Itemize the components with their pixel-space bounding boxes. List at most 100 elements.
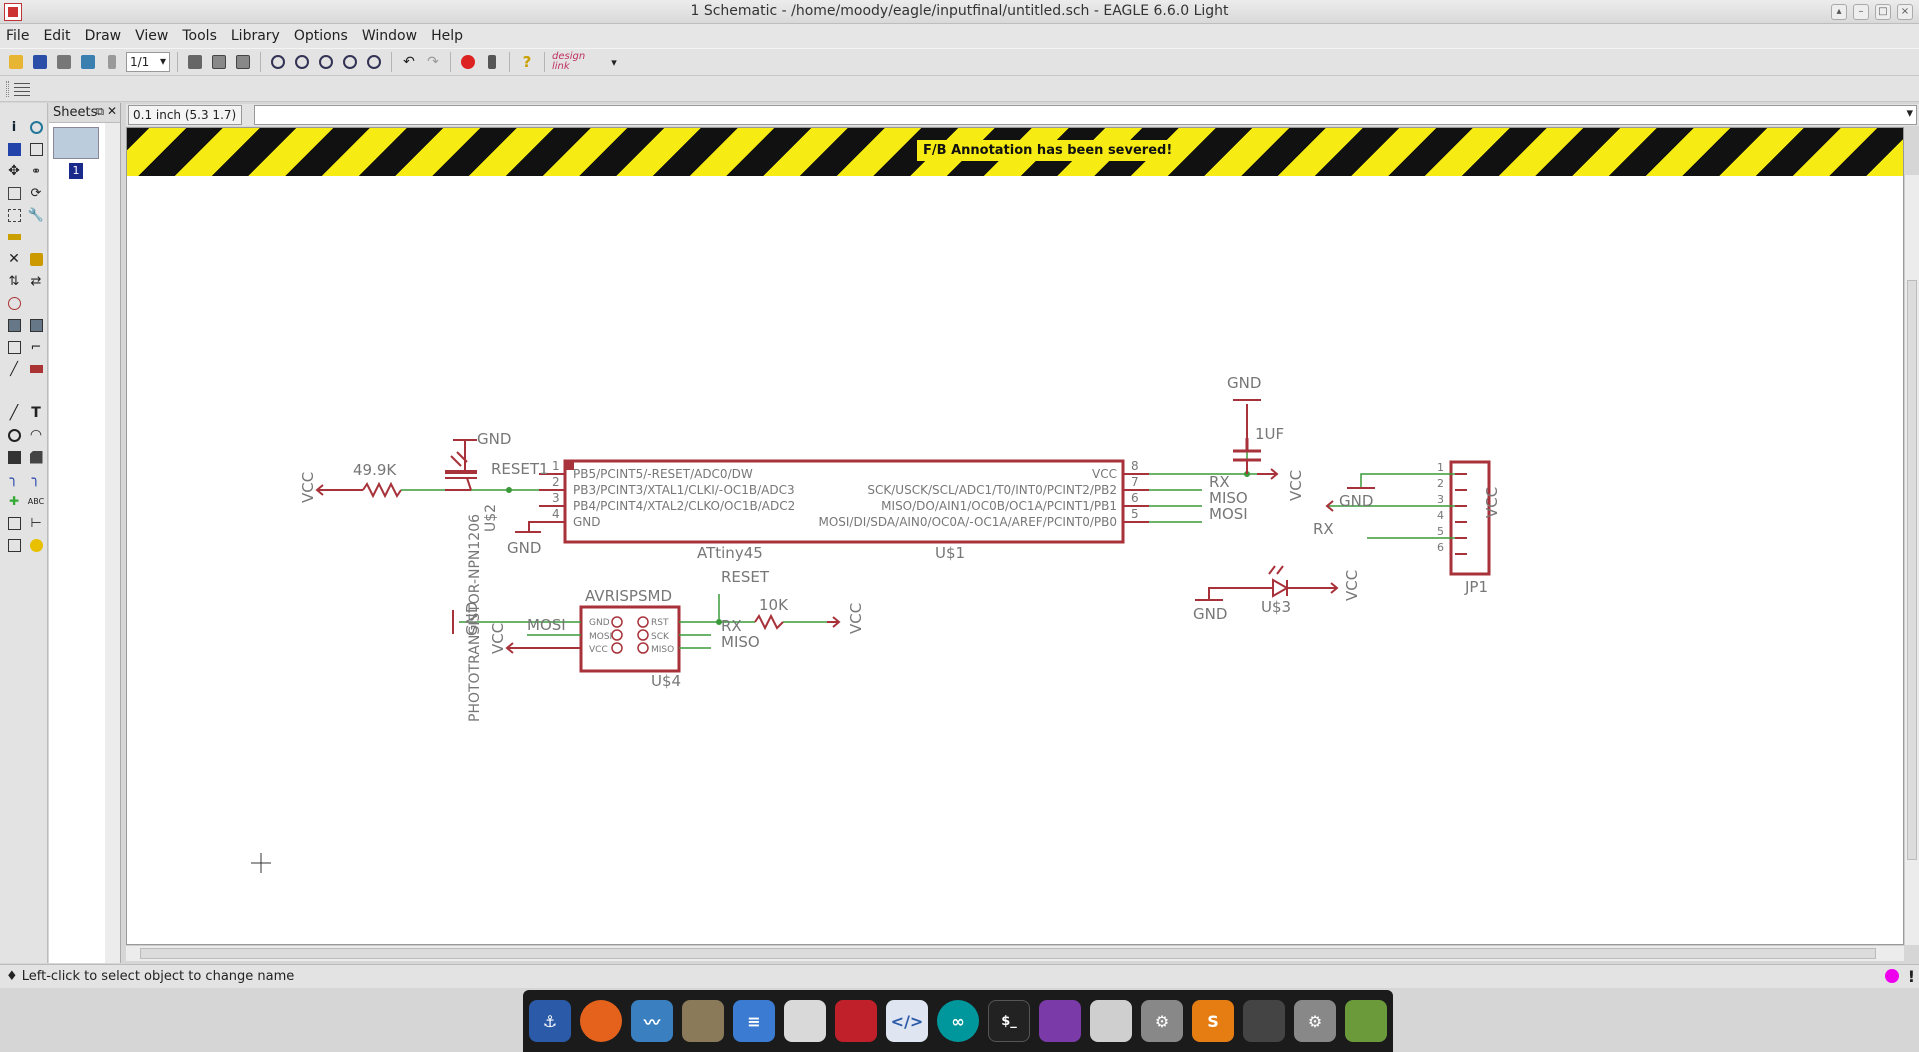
sheet-select[interactable]: 1/1 (126, 52, 170, 72)
camera-icon[interactable] (1090, 1000, 1132, 1042)
close-button[interactable]: × (1897, 4, 1913, 20)
canvas-horizontal-scrollbar[interactable] (126, 945, 1904, 961)
maximize-button[interactable]: □ (1875, 4, 1891, 20)
close-icon[interactable]: ✕ (107, 104, 117, 118)
invoke-icon[interactable] (26, 359, 46, 379)
cam-icon[interactable] (78, 52, 98, 72)
eagle-icon[interactable] (835, 1000, 877, 1042)
circle-icon[interactable] (4, 425, 24, 445)
arc-icon[interactable]: ◠ (26, 425, 46, 445)
copy-icon[interactable]: ⚭ (26, 161, 46, 181)
arduino-icon[interactable]: ∞ (937, 1000, 979, 1042)
phototransistor-u2[interactable] (445, 439, 477, 491)
erc-icon[interactable] (26, 535, 46, 555)
menu-view[interactable]: View (135, 28, 168, 44)
net-icon[interactable]: ╮ (26, 469, 46, 489)
scroll-thumb[interactable] (140, 948, 1876, 959)
sheet-icon[interactable] (102, 52, 122, 72)
dimension-icon[interactable]: ⊢ (26, 513, 46, 533)
stop-icon[interactable] (458, 52, 478, 72)
canvas-vertical-scrollbar[interactable] (1904, 175, 1919, 945)
led-u3[interactable] (1208, 565, 1339, 600)
design-link-icon[interactable]: design link (552, 52, 600, 72)
minimize-button[interactable]: – (1853, 4, 1869, 20)
menu-options[interactable]: Options (294, 28, 348, 44)
save-icon[interactable] (30, 52, 50, 72)
system-settings-icon[interactable]: ⚙ (1294, 1000, 1336, 1042)
avrisp-u4[interactable]: GND MOSI VCC RST SCK MISO AVRISPSMD U$4 (579, 587, 681, 690)
command-input[interactable] (254, 105, 1917, 125)
scroll-thumb[interactable] (1907, 280, 1917, 860)
label-icon[interactable]: ABC (26, 491, 46, 511)
ic-u1[interactable]: 1 2 3 4 8 7 6 5 PB5/PCINT5/-RESET/ADC0/D… (539, 459, 1149, 562)
run-ulp-icon[interactable] (233, 52, 253, 72)
gimp-icon[interactable] (682, 1000, 724, 1042)
delete-icon[interactable]: ✕ (4, 249, 24, 269)
paste-icon[interactable] (4, 227, 24, 247)
polygon-icon[interactable] (26, 447, 46, 467)
bus-icon[interactable]: ╮ (4, 469, 24, 489)
split-icon[interactable]: ╱ (4, 359, 24, 379)
mirror-icon[interactable] (4, 183, 24, 203)
resistor-49k9[interactable] (317, 481, 471, 499)
text-icon[interactable]: T (26, 403, 46, 423)
gateswap-icon[interactable]: ⇄ (26, 271, 46, 291)
open-icon[interactable] (6, 52, 26, 72)
anchor-icon[interactable]: ⚓ (529, 1000, 571, 1042)
zoom-redraw-icon[interactable] (340, 52, 360, 72)
design-link-dropdown-icon[interactable]: ▾ (604, 52, 624, 72)
store-icon[interactable] (784, 1000, 826, 1042)
connector-jp1[interactable]: 1 2 3 4 5 6 JP1 (1437, 460, 1491, 596)
rect-icon[interactable] (4, 447, 24, 467)
video-icon[interactable] (1039, 1000, 1081, 1042)
rotate-icon[interactable]: ⟳ (26, 183, 46, 203)
settings-icon[interactable]: ⚙ (1141, 1000, 1183, 1042)
menu-draw[interactable]: Draw (85, 28, 122, 44)
show-icon[interactable] (26, 117, 46, 137)
pinswap-icon[interactable]: ⇅ (4, 271, 24, 291)
firefox-icon[interactable] (580, 1000, 622, 1042)
zoom-select-icon[interactable] (364, 52, 384, 72)
grid-icon[interactable] (14, 80, 30, 96)
sheets-scrollbar[interactable] (105, 123, 120, 963)
sublime-icon[interactable]: S (1192, 1000, 1234, 1042)
text-editor-icon[interactable]: ≡ (733, 1000, 775, 1042)
zoom-in-icon[interactable] (292, 52, 312, 72)
sheet-number[interactable]: 1 (69, 163, 83, 179)
menu-file[interactable]: File (6, 28, 29, 44)
undo-icon[interactable]: ↶ (399, 52, 419, 72)
menu-help[interactable]: Help (431, 28, 463, 44)
undock-icon[interactable]: ⧉ (96, 105, 104, 119)
junction-icon[interactable]: ✚ (4, 491, 24, 511)
miter-icon[interactable]: ⌐ (26, 337, 46, 357)
frame-icon[interactable] (4, 535, 24, 555)
wire-icon[interactable]: ╱ (4, 403, 24, 423)
board-icon[interactable] (185, 52, 205, 72)
code-icon[interactable]: </> (886, 1000, 928, 1042)
calculator-icon[interactable] (1243, 1000, 1285, 1042)
menu-window[interactable]: Window (362, 28, 417, 44)
menu-library[interactable]: Library (231, 28, 280, 44)
help-icon[interactable]: ? (517, 52, 537, 72)
menu-edit[interactable]: Edit (43, 28, 70, 44)
mark-icon[interactable] (26, 139, 46, 159)
replace-icon[interactable] (4, 293, 24, 313)
add-icon[interactable] (26, 249, 46, 269)
group-icon[interactable] (4, 205, 24, 225)
move-icon[interactable]: ✥ (4, 161, 24, 181)
schematic-canvas[interactable]: F/B Annotation has been severed! 1 2 3 4… (126, 127, 1904, 945)
smash-icon[interactable] (4, 337, 24, 357)
change-icon[interactable]: 🔧 (26, 205, 46, 225)
print-icon[interactable] (54, 52, 74, 72)
maximize-up-icon[interactable]: ▴ (1831, 4, 1847, 20)
attribute-icon[interactable] (4, 513, 24, 533)
redo-icon[interactable]: ↷ (423, 52, 443, 72)
info-icon[interactable]: i (4, 117, 24, 137)
zoom-out-icon[interactable] (316, 52, 336, 72)
display-icon[interactable] (4, 139, 24, 159)
sheet-thumbnail[interactable] (53, 127, 99, 159)
image-viewer-icon[interactable] (1345, 1000, 1387, 1042)
script-icon[interactable] (209, 52, 229, 72)
go-icon[interactable] (482, 52, 502, 72)
value-icon[interactable] (26, 315, 46, 335)
